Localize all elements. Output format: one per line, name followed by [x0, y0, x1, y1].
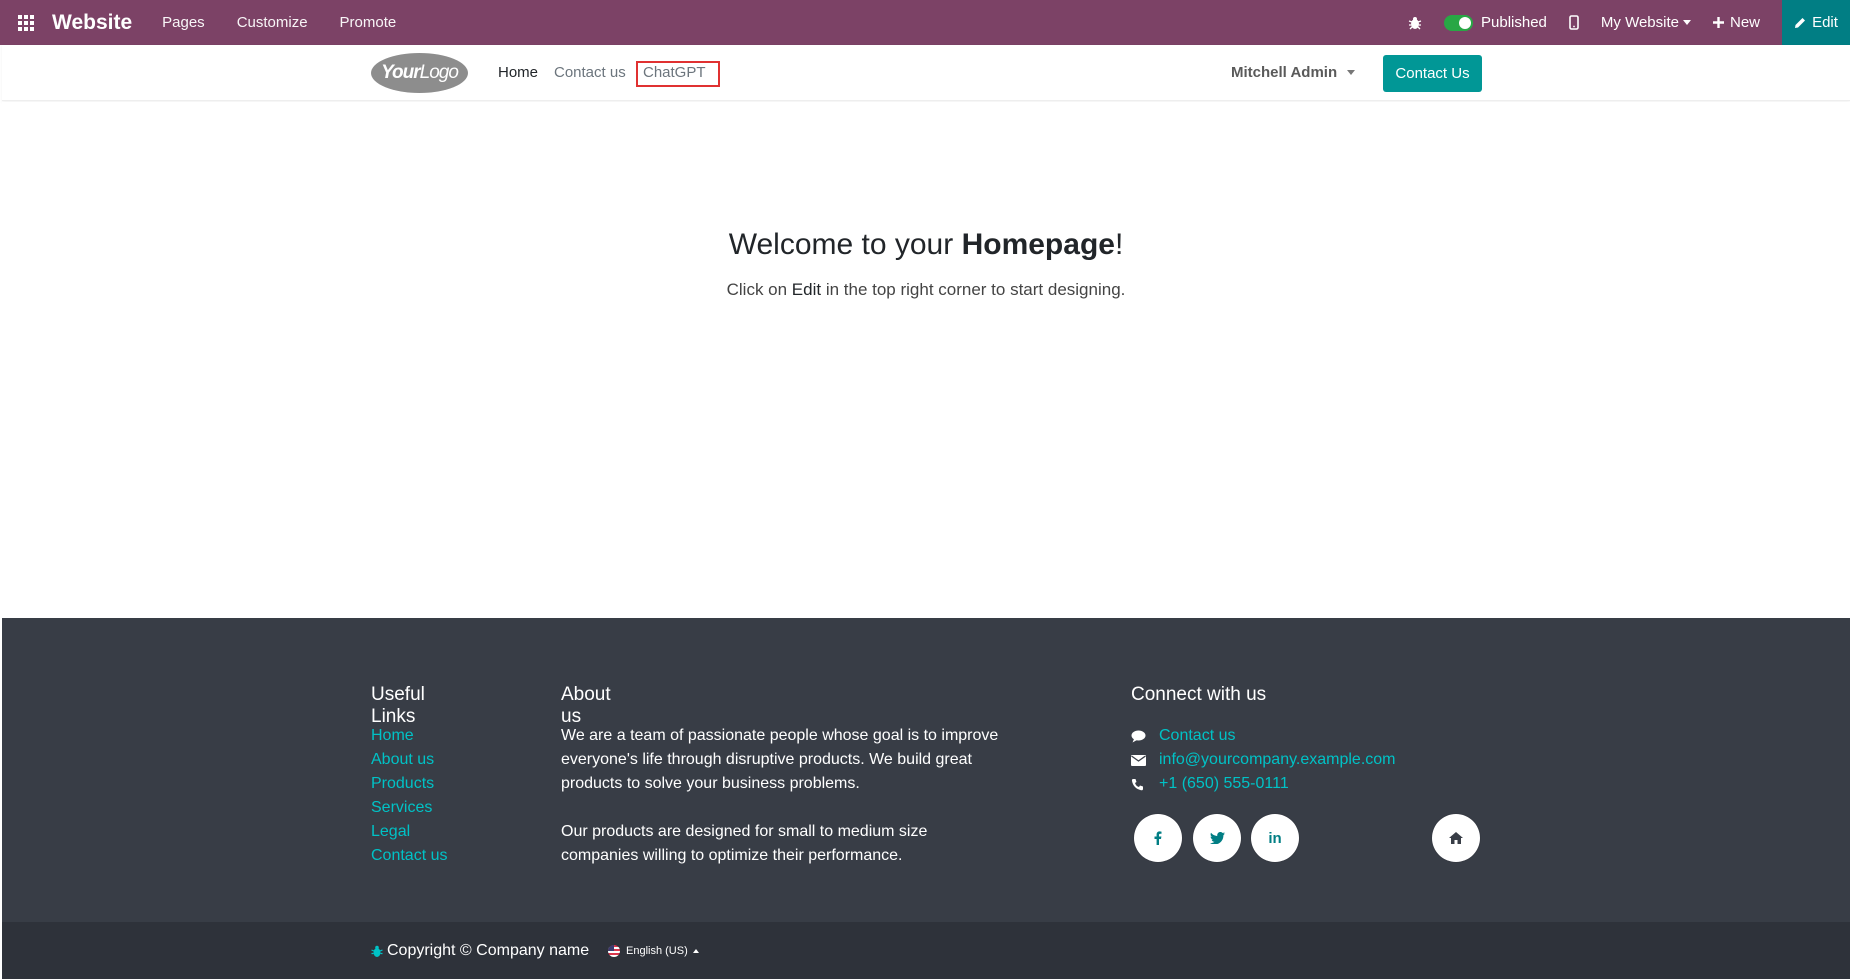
home-icon[interactable] [1432, 814, 1480, 862]
admin-bar: Website Pages Customize Promote Publishe… [0, 0, 1850, 45]
bug-icon [371, 945, 383, 958]
linkedin-icon[interactable]: in [1251, 814, 1299, 862]
footer-link-products[interactable]: Products [371, 772, 447, 796]
chevron-up-icon [692, 949, 699, 953]
menu-pages[interactable]: Pages [162, 14, 205, 31]
user-menu[interactable]: Mitchell Admin [1231, 64, 1356, 81]
website-switcher[interactable]: My Website [1601, 14, 1691, 31]
about-title: About us [561, 684, 611, 727]
edit-label: Edit [1812, 14, 1838, 31]
connect-email[interactable]: info@yourcompany.example.com [1131, 748, 1396, 772]
phone-icon [1131, 778, 1159, 791]
about-text-2: Our products are designed for small to m… [561, 823, 928, 864]
connect-title: Connect with us [1131, 684, 1267, 705]
chevron-down-icon [1682, 20, 1691, 25]
about-text-1: We are a team of passionate people whose… [561, 727, 999, 792]
contact-us-button[interactable]: Contact Us [1383, 55, 1482, 92]
website-switcher-label: My Website [1600, 14, 1679, 31]
published-label: Published [1481, 14, 1547, 31]
nav-contact-us[interactable]: Contact us [554, 64, 626, 81]
chevron-down-icon [1347, 70, 1356, 75]
app-brand[interactable]: Website [52, 11, 132, 35]
user-name: Mitchell Admin [1231, 64, 1338, 81]
published-toggle[interactable]: Published [1444, 14, 1547, 31]
twitter-icon[interactable] [1193, 814, 1241, 862]
toggle-switch[interactable] [1444, 14, 1474, 31]
envelope-icon [1131, 754, 1159, 766]
homepage-content: Welcome to your Homepage! Click on Edit … [2, 102, 1850, 617]
footer-link-services[interactable]: Services [371, 796, 447, 820]
footer-link-home[interactable]: Home [371, 724, 447, 748]
connect-phone[interactable]: +1 (650) 555-0111 [1131, 772, 1396, 796]
footer-link-legal[interactable]: Legal [371, 820, 447, 844]
site-header: Your Logo Home Contact us ChatGPT Mitchel… [2, 45, 1850, 101]
footer: Useful Links Home About us Products Serv… [2, 618, 1850, 922]
language-label: English (US) [626, 945, 688, 957]
footer-link-about[interactable]: About us [371, 748, 447, 772]
us-flag-icon [608, 945, 620, 957]
connect-contact[interactable]: Contact us [1131, 724, 1396, 748]
copyright: Copyright © Company name [371, 942, 589, 960]
useful-links-title: Useful Links [371, 684, 425, 727]
facebook-icon[interactable] [1134, 814, 1182, 862]
logo-text-bold: Your [381, 62, 421, 83]
menu-customize[interactable]: Customize [237, 14, 308, 31]
comment-icon [1131, 730, 1159, 743]
apps-menu-button[interactable] [0, 0, 52, 45]
nav-home[interactable]: Home [498, 64, 538, 81]
new-label: New [1729, 14, 1760, 31]
edit-button[interactable]: Edit [1782, 0, 1850, 45]
debug-bug-icon[interactable] [1408, 16, 1422, 30]
footer-link-contact[interactable]: Contact us [371, 844, 447, 868]
language-selector[interactable]: English (US) [608, 945, 699, 957]
plus-icon [1712, 17, 1724, 28]
page-subtitle: Click on Edit in the top right corner to… [726, 280, 1126, 299]
site-logo[interactable]: Your Logo [371, 53, 468, 93]
new-button[interactable]: New [1712, 14, 1760, 31]
menu-promote[interactable]: Promote [340, 14, 397, 31]
copyright-bar: Copyright © Company name English (US) [2, 922, 1850, 979]
mobile-preview-icon[interactable] [1569, 15, 1579, 30]
copyright-text: Copyright © Company name [387, 942, 590, 959]
grid-icon [18, 14, 34, 31]
pencil-icon [1794, 17, 1806, 29]
page-title: Welcome to your Homepage! [728, 228, 1124, 261]
nav-chatgpt[interactable]: ChatGPT [636, 61, 720, 87]
logo-text: Logo [419, 62, 459, 83]
